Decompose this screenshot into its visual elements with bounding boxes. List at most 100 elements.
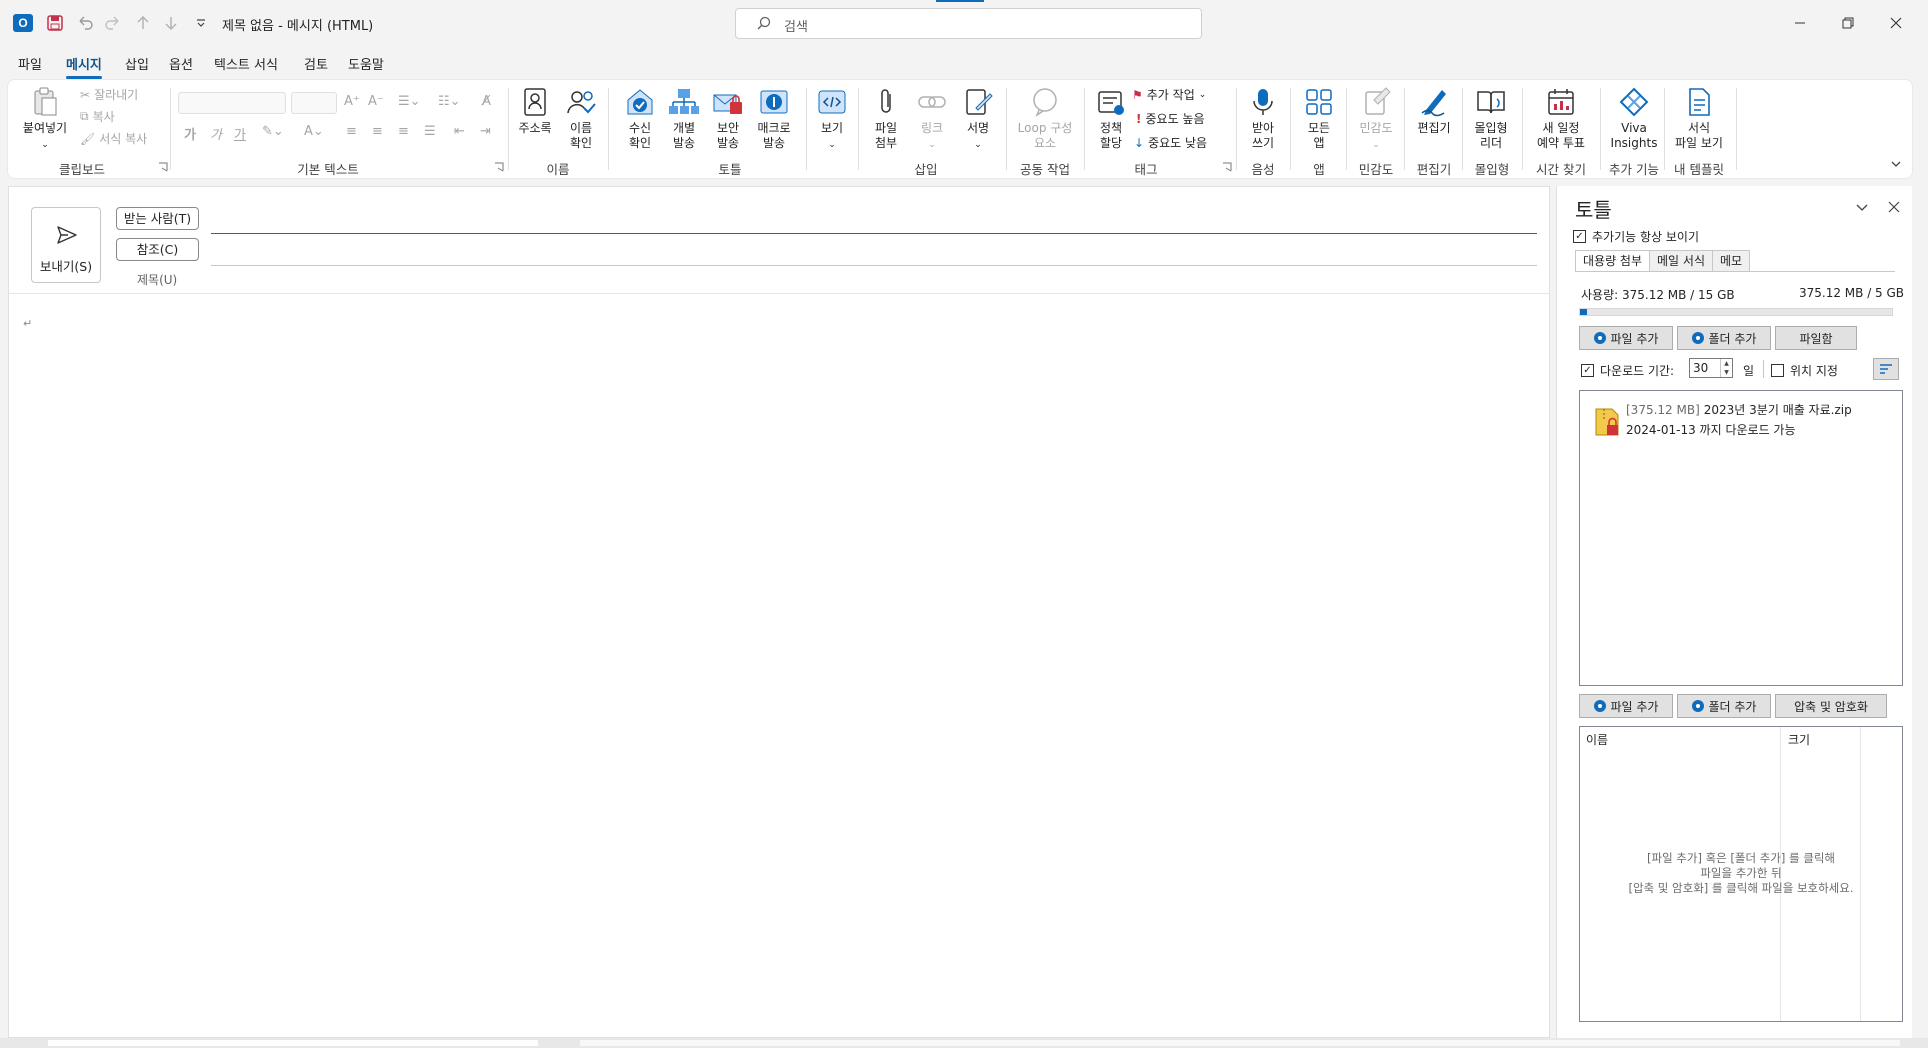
cut-button[interactable]: ✂ 잘라내기: [80, 86, 138, 103]
close-button[interactable]: [1882, 10, 1910, 36]
view-button[interactable]: 보기 ⌄: [812, 86, 852, 153]
read-receipt-button[interactable]: 수신 확인: [622, 86, 658, 151]
macro-send-button[interactable]: 매크로 발송: [754, 86, 794, 151]
customize-toolbar-icon[interactable]: [190, 12, 212, 34]
ribbon-collapse-icon[interactable]: [1890, 158, 1902, 170]
always-show-checkbox[interactable]: ✓ 추가기능 항상 보이기: [1573, 228, 1699, 245]
high-importance-button[interactable]: ! 중요도 높음: [1136, 110, 1205, 127]
follow-up-button[interactable]: ⚑ 추가 작업 ⌄: [1132, 86, 1206, 103]
chevron-down-icon[interactable]: [1853, 198, 1871, 216]
underline-button[interactable]: 가: [234, 124, 246, 143]
add-folder-button-2[interactable]: 폴더 추가: [1677, 694, 1771, 718]
all-apps-button[interactable]: 모든 앱: [1298, 86, 1340, 151]
paste-button[interactable]: 붙여넣기 ⌄: [16, 86, 74, 153]
secure-send-button[interactable]: 보안 발송: [710, 86, 746, 151]
set-location-checkbox[interactable]: 위치 지정: [1771, 362, 1838, 379]
next-item-icon[interactable]: [160, 12, 182, 34]
individual-send-button[interactable]: 개별 발송: [666, 86, 702, 151]
format-painter-button[interactable]: 🖌 서식 복사: [80, 130, 147, 147]
send-button[interactable]: 보내기(S): [31, 207, 101, 283]
tab-memo[interactable]: 메모: [1712, 250, 1751, 272]
font-color-icon[interactable]: A⌄: [304, 124, 324, 139]
clipboard-launcher-icon[interactable]: [158, 162, 168, 172]
tags-launcher-icon[interactable]: [1222, 162, 1232, 172]
bullets-icon[interactable]: ☰⌄: [398, 94, 421, 109]
sensitivity-button[interactable]: 민감도 ⌄: [1354, 86, 1398, 153]
loop-component-button[interactable]: Loop 구성 요소: [1010, 86, 1080, 151]
clear-format-icon[interactable]: A̸: [482, 94, 491, 109]
dictate-button[interactable]: 받아 쓰기: [1242, 86, 1284, 151]
view-templates-button[interactable]: 서식 파일 보기: [1668, 86, 1730, 151]
cc-button[interactable]: 참조(C): [116, 238, 199, 261]
tab-insert[interactable]: 삽입: [125, 54, 149, 73]
copy-button[interactable]: ⧉ 복사: [80, 108, 115, 125]
restore-button[interactable]: [1834, 10, 1862, 36]
download-days-spinner[interactable]: 30 ▲ ▼: [1689, 358, 1733, 378]
tab-large-attachment[interactable]: 대용량 첨부: [1575, 250, 1651, 272]
column-header-size[interactable]: 크기: [1788, 731, 1810, 748]
check-names-icon: [567, 91, 596, 114]
cc-field[interactable]: [211, 265, 1537, 266]
download-days-value: 30: [1693, 361, 1709, 375]
search-input[interactable]: 검색: [735, 8, 1202, 39]
viva-insights-button[interactable]: Viva Insights: [1608, 86, 1660, 151]
font-size-combo[interactable]: [291, 92, 337, 114]
tab-message[interactable]: 메시지: [66, 54, 102, 79]
check-names-button[interactable]: 이름 확인: [560, 86, 602, 151]
assign-policy-button[interactable]: 정책 할당: [1090, 86, 1132, 151]
column-header-name[interactable]: 이름: [1586, 731, 1608, 748]
address-book-button[interactable]: 주소록: [514, 86, 556, 136]
basic-text-launcher-icon[interactable]: [494, 162, 504, 172]
download-period-checkbox[interactable]: ✓ 다운로드 기간:: [1581, 362, 1674, 379]
numbering-icon[interactable]: ☷⌄: [438, 94, 461, 109]
uploaded-file-list[interactable]: [375.12 MB] 2023년 3분기 매출 자료.zip 2024-01-1…: [1579, 390, 1903, 686]
tab-file[interactable]: 파일: [18, 54, 42, 73]
to-field[interactable]: [211, 233, 1537, 234]
tab-text-format[interactable]: 텍스트 서식: [214, 54, 278, 73]
align-center-icon[interactable]: ≡: [372, 124, 383, 139]
redo-icon[interactable]: [102, 12, 124, 34]
increase-indent-icon[interactable]: ⇥: [480, 124, 491, 139]
italic-button[interactable]: 가: [210, 124, 222, 143]
pending-files-table[interactable]: 이름 크기 [파일 추가] 혹은 [폴더 추가] 를 클릭해 파일을 추가한 뒤…: [1579, 726, 1903, 1022]
decrease-indent-icon[interactable]: ⇤: [454, 124, 465, 139]
add-file-button-2[interactable]: 파일 추가: [1579, 694, 1673, 718]
tab-mail-template[interactable]: 메일 서식: [1649, 250, 1713, 272]
link-button[interactable]: 링크 ⌄: [912, 86, 952, 153]
grow-font-icon[interactable]: A⁺: [344, 94, 360, 109]
signature-button[interactable]: 서명 ⌄: [958, 86, 998, 153]
font-family-combo[interactable]: [178, 92, 286, 114]
paste-label: 붙여넣기: [22, 121, 68, 135]
align-right-icon[interactable]: ≡: [398, 124, 409, 139]
tab-help[interactable]: 도움말: [348, 54, 384, 73]
add-folder-button[interactable]: 폴더 추가: [1677, 326, 1771, 350]
tab-review[interactable]: 검토: [304, 54, 328, 73]
minimize-button[interactable]: [1786, 10, 1814, 36]
immersive-reader-button[interactable]: 몰입형 리더: [1468, 86, 1514, 151]
highlight-icon[interactable]: ✎⌄: [262, 124, 284, 139]
tab-options[interactable]: 옵션: [169, 54, 193, 73]
add-file-button[interactable]: 파일 추가: [1579, 326, 1673, 350]
title-bar: O 제목 없음 - 메시지 (HTML) 검색: [0, 0, 1928, 46]
attach-file-button[interactable]: 파일 첨부: [866, 86, 906, 151]
spinner-arrows-icon[interactable]: ▲ ▼: [1720, 359, 1732, 377]
file-box-button[interactable]: 파일함: [1775, 326, 1857, 350]
signature-label: 서명: [966, 121, 990, 135]
justify-icon[interactable]: ☰: [424, 124, 436, 139]
subject-field[interactable]: [211, 291, 1537, 292]
sort-button[interactable]: [1873, 358, 1899, 380]
compress-encrypt-button[interactable]: 압축 및 암호화: [1775, 694, 1887, 718]
undo-icon[interactable]: [74, 12, 96, 34]
save-icon[interactable]: [44, 12, 66, 34]
previous-item-icon[interactable]: [132, 12, 154, 34]
horizontal-scrollbar[interactable]: [48, 1040, 538, 1046]
align-left-icon[interactable]: ≡: [346, 124, 357, 139]
bold-button[interactable]: 가: [184, 124, 196, 143]
editor-button[interactable]: 편집기: [1412, 86, 1456, 136]
panel-close-icon[interactable]: [1885, 198, 1903, 216]
schedule-poll-button[interactable]: 새 일정 예약 투표: [1528, 86, 1594, 151]
to-button[interactable]: 받는 사람(T): [116, 207, 199, 230]
list-item[interactable]: [375.12 MB] 2023년 3분기 매출 자료.zip 2024-01-1…: [1594, 399, 1894, 439]
shrink-font-icon[interactable]: A⁻: [368, 94, 384, 109]
low-importance-button[interactable]: ↓ 중요도 낮음: [1134, 134, 1207, 151]
